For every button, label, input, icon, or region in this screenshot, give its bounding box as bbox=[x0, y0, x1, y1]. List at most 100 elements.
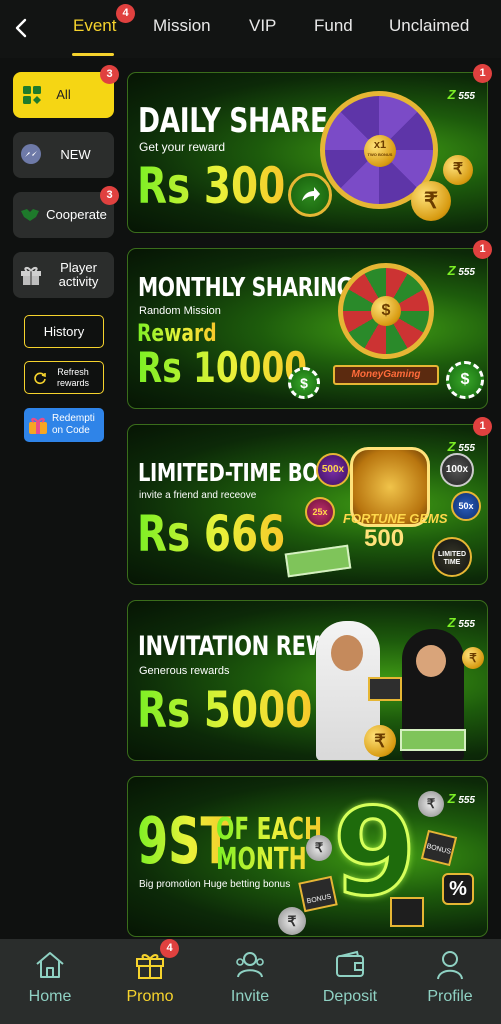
multiplier-badge: 100x bbox=[440, 453, 474, 487]
brand-logo-text: 555 bbox=[458, 619, 475, 630]
brand-logo-text: 555 bbox=[458, 795, 475, 806]
banner-title: MONTHLY SHARING bbox=[138, 273, 353, 303]
banner-subtitle: Random Mission bbox=[139, 305, 221, 317]
sidebar-item-label: Player activity bbox=[58, 260, 99, 289]
brand-logo: Z 555 bbox=[447, 87, 475, 102]
woman-face bbox=[416, 645, 446, 677]
sidebar-item-all[interactable]: All bbox=[13, 72, 114, 118]
tab-fund[interactable]: Fund bbox=[314, 16, 353, 36]
invite-people-icon bbox=[236, 952, 264, 978]
bonus-box-illustration: BONUS bbox=[420, 829, 458, 867]
sidebar-item-label: NEW bbox=[60, 147, 91, 162]
back-arrow-icon[interactable] bbox=[10, 16, 34, 40]
sidebar-item-player-activity[interactable]: Player activity bbox=[13, 252, 114, 298]
history-button[interactable]: History bbox=[24, 315, 104, 348]
bottom-nav-label: Home bbox=[28, 988, 72, 1005]
gift-icon bbox=[21, 266, 41, 285]
multiplier-badge: 50x bbox=[451, 491, 481, 521]
share-arrow-icon bbox=[288, 173, 332, 217]
rupee-coin-icon: ₹ bbox=[462, 647, 484, 669]
multiplier-badge: 25x bbox=[305, 497, 335, 527]
promo-banner-limited-time-bonus[interactable]: LIMITED-TIME BONUS invite a friend and r… bbox=[127, 424, 488, 585]
rupee-coin-icon: ₹ bbox=[278, 907, 306, 935]
bottom-nav: Home Promo 4 Invite Deposit Profile bbox=[0, 939, 501, 1024]
tab-event-badge: 4 bbox=[116, 4, 135, 23]
wallet-icon bbox=[336, 950, 364, 977]
gift-box-icon bbox=[29, 417, 47, 434]
sidebar-item-label: All bbox=[56, 87, 71, 102]
bottom-nav-profile[interactable]: Profile bbox=[410, 948, 490, 1006]
casino-chip-icon: $ bbox=[446, 361, 484, 399]
rupee-coin-icon: ₹ bbox=[418, 791, 444, 817]
rupee-coin-icon: ₹ bbox=[364, 725, 396, 757]
handshake-icon bbox=[21, 209, 40, 221]
redemption-code-button[interactable]: Redempti on Code bbox=[24, 408, 104, 442]
home-icon bbox=[36, 952, 64, 978]
banner-subtitle: Generous rewards bbox=[139, 665, 230, 677]
promo-banner-9st-each-month[interactable]: 9ST OF EACH MONTH Big promotion Huge bet… bbox=[127, 776, 488, 937]
bottom-nav-home[interactable]: Home bbox=[10, 948, 90, 1006]
messenger-icon bbox=[21, 144, 41, 164]
wheel-center-caption: TWO BONUS bbox=[367, 152, 393, 157]
bottom-nav-label: Promo bbox=[126, 988, 174, 1005]
multiplier-badge: 500x bbox=[316, 453, 350, 487]
bottom-nav-invite[interactable]: Invite bbox=[210, 948, 290, 1006]
bonus-box-illustration: BONUS bbox=[298, 875, 338, 913]
bottom-nav-label: Profile bbox=[427, 988, 473, 1005]
banner-amount: Rs 666 bbox=[137, 505, 286, 563]
history-label: History bbox=[43, 324, 85, 339]
tab-mission[interactable]: Mission bbox=[153, 16, 211, 36]
banner-title: DAILY SHARE bbox=[138, 101, 328, 141]
wheel-center-multiplier: x1 bbox=[373, 139, 387, 151]
banner-badge: 1 bbox=[473, 417, 492, 436]
banner-subtitle: Big promotion Huge betting bonus bbox=[139, 879, 291, 890]
cash-stack-illustration bbox=[400, 729, 466, 751]
rupee-coin-icon: ₹ bbox=[411, 181, 451, 221]
limited-time-badge: LIMITED TIME bbox=[432, 537, 472, 577]
brand-logo: Z 555 bbox=[447, 615, 475, 630]
banner-badge: 1 bbox=[473, 64, 492, 83]
sidebar-item-new[interactable]: NEW bbox=[13, 132, 114, 178]
man-face bbox=[331, 635, 363, 671]
brand-logo-text: 555 bbox=[458, 267, 475, 278]
redemption-code-label: Redempti on Code bbox=[52, 413, 95, 436]
active-tab-indicator bbox=[72, 53, 114, 56]
refresh-icon bbox=[34, 371, 46, 384]
bottom-nav-label: Invite bbox=[230, 988, 270, 1005]
percent-icon: % bbox=[442, 873, 474, 905]
promo-badge: 4 bbox=[160, 939, 179, 958]
rupee-coin-icon: ₹ bbox=[306, 835, 332, 861]
promo-banner-daily-share[interactable]: DAILY SHARE Get your reward Rs 300 x1 TW… bbox=[127, 72, 488, 233]
brand-logo: Z 555 bbox=[447, 263, 475, 278]
money-gaming-sign: MoneyGaming bbox=[333, 365, 439, 385]
promo-banner-invitation-reward[interactable]: INVITATION REWARD Generous rewards Rs 50… bbox=[127, 600, 488, 761]
profile-icon bbox=[437, 951, 463, 980]
tab-event[interactable]: Event bbox=[73, 16, 116, 36]
brand-logo: Z 555 bbox=[447, 791, 475, 806]
promo-banner-monthly-sharing[interactable]: MONTHLY SHARING Random Mission Reward Rs… bbox=[127, 248, 488, 409]
sidebar-cooperate-badge: 3 bbox=[100, 186, 119, 205]
banner-badge: 1 bbox=[473, 240, 492, 259]
wheel-center: x1 TWO BONUS bbox=[364, 135, 396, 167]
brand-logo: Z 555 bbox=[447, 439, 475, 454]
brand-logo-text: 555 bbox=[458, 91, 475, 102]
sidebar-item-cooperate[interactable]: Cooperate bbox=[13, 192, 114, 238]
gift-box-illustration bbox=[390, 897, 424, 927]
tab-unclaimed[interactable]: Unclaimed bbox=[389, 16, 469, 36]
gift-box-illustration bbox=[368, 677, 402, 701]
banner-subtitle: Get your reward bbox=[139, 140, 226, 154]
bottom-nav-deposit[interactable]: Deposit bbox=[310, 948, 390, 1006]
banner-amount: Rs 5000 bbox=[137, 681, 313, 739]
grid-icon bbox=[23, 86, 41, 104]
bottom-nav-promo[interactable]: Promo bbox=[110, 948, 190, 1006]
banner-subtitle: invite a friend and receove bbox=[139, 490, 257, 501]
tab-vip[interactable]: VIP bbox=[249, 16, 276, 36]
dollar-coin-icon: $ bbox=[371, 296, 401, 326]
sidebar-item-label: Cooperate bbox=[46, 207, 107, 222]
top-nav: Event 4 Mission VIP Fund Unclaimed bbox=[0, 0, 501, 58]
refresh-rewards-button[interactable]: Refresh rewards bbox=[24, 361, 104, 394]
fortune-gems-logo: FORTUNE GEMS bbox=[343, 511, 448, 526]
bottom-nav-label: Deposit bbox=[322, 988, 378, 1005]
rupee-coin-icon: ₹ bbox=[443, 155, 473, 185]
brand-logo-text: 555 bbox=[458, 443, 475, 454]
